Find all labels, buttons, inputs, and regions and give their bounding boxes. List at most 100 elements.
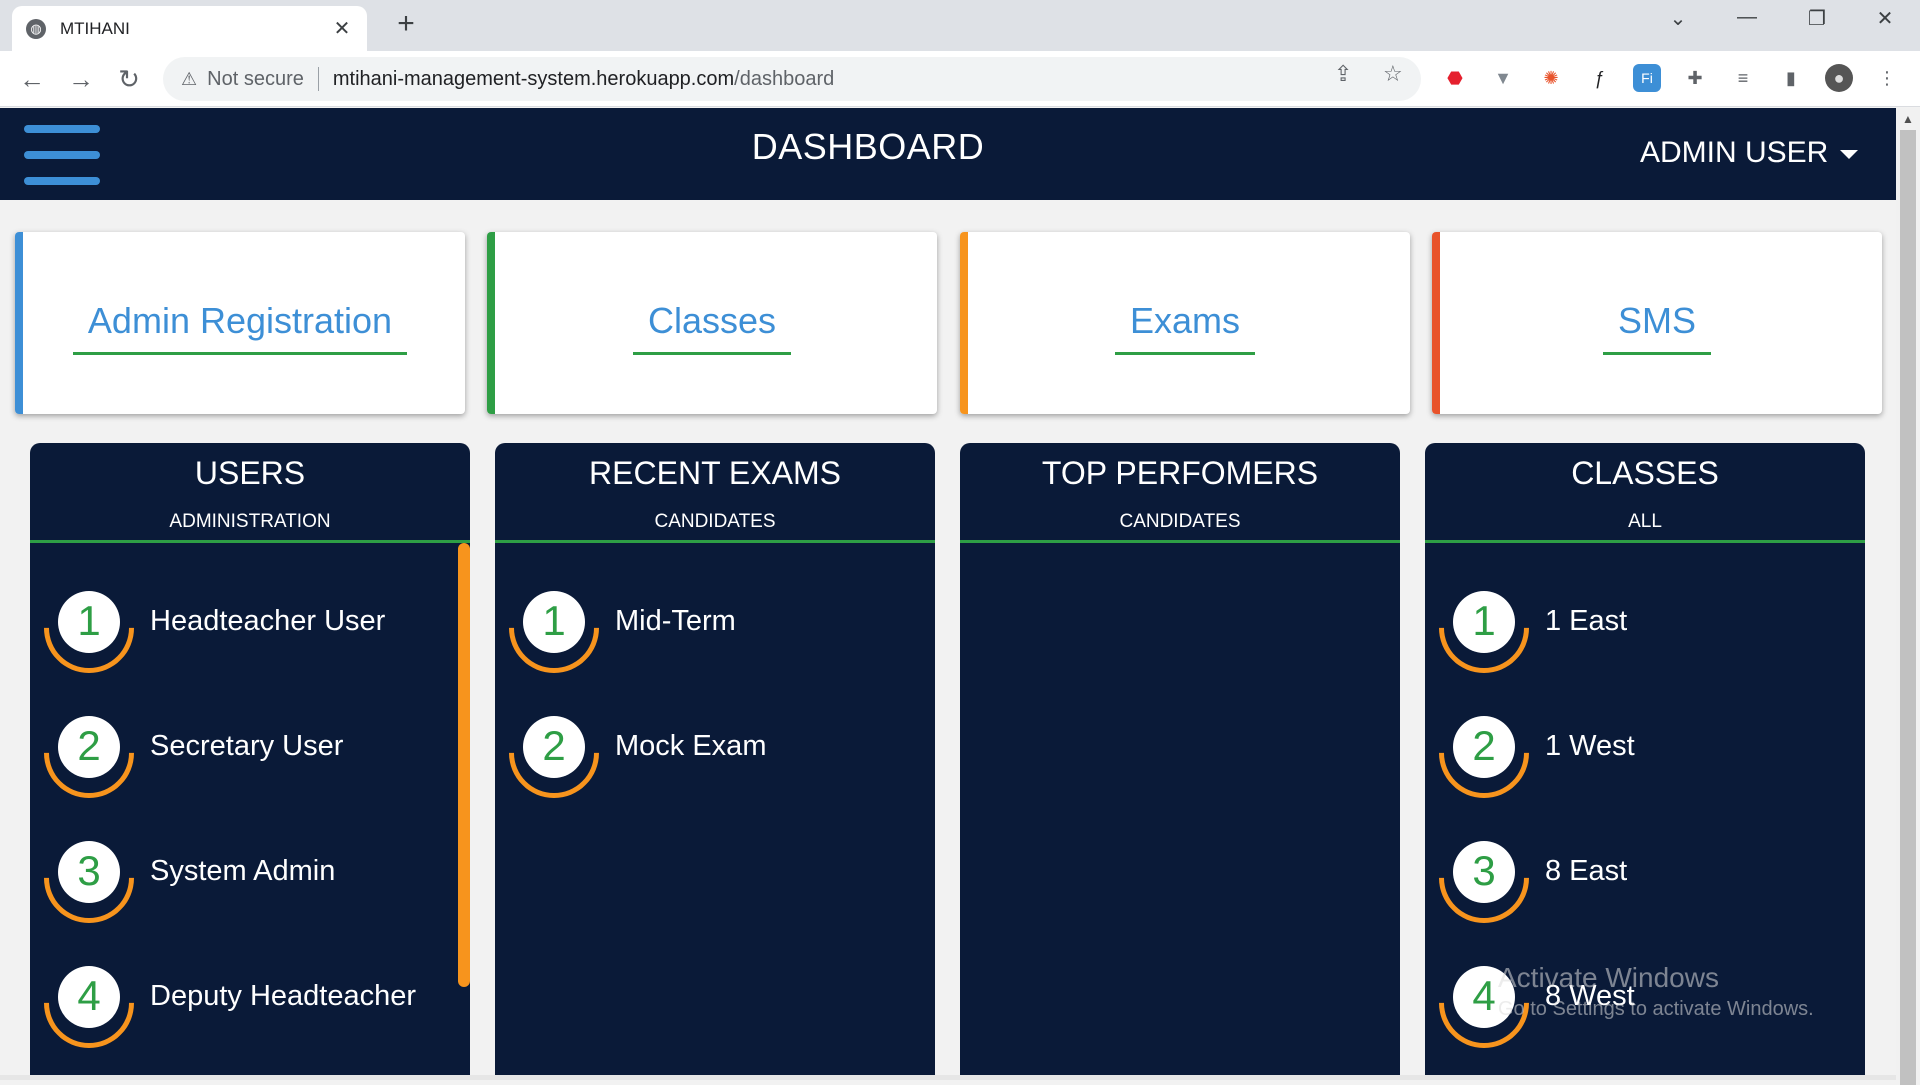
globe-icon: ◍ xyxy=(26,18,46,39)
browser-tab[interactable]: ◍ MTIHANI ✕ xyxy=(12,6,367,51)
nav-card-sms[interactable]: SMS xyxy=(1432,232,1882,414)
reload-icon[interactable]: ↻ xyxy=(111,61,147,97)
reading-list-icon[interactable]: ≡ xyxy=(1729,64,1757,92)
item-name: Headteacher User xyxy=(150,605,386,637)
number-badge: 2 xyxy=(495,689,618,817)
page-scrollbar[interactable]: ▲ xyxy=(1896,108,1920,1085)
panel-scrollbar[interactable] xyxy=(458,543,470,987)
url-host: mtihani-management-system.herokuapp.com xyxy=(332,67,735,90)
item-name: Deputy Headteacher xyxy=(150,980,416,1012)
watermark-line-1: Activate Windows xyxy=(1498,962,1719,993)
page-title: DASHBOARD xyxy=(751,126,985,167)
item-name: System Admin xyxy=(150,855,336,887)
users-list: 1 Headteacher User 2 Secretary User 3 Sy… xyxy=(30,564,470,1075)
tab-close-icon[interactable]: ✕ xyxy=(331,16,353,41)
item-name: Secretary User xyxy=(150,730,344,762)
number-badge: 2 xyxy=(30,689,153,817)
nav-card-exams[interactable]: Exams xyxy=(960,232,1410,414)
share-icon[interactable]: ⇪ xyxy=(1334,61,1352,87)
forward-icon[interactable]: → xyxy=(63,61,99,97)
minimize-icon[interactable]: — xyxy=(1727,6,1767,29)
number-badge: 3 xyxy=(1425,814,1548,942)
panel-divider xyxy=(495,540,935,543)
panel-subtitle: ADMINISTRATION xyxy=(169,511,331,532)
function-extension-icon[interactable]: ƒ xyxy=(1585,64,1613,92)
watermark-line-2: Go to Settings to activate Windows. xyxy=(1498,998,1814,1020)
window-close-icon[interactable]: ✕ xyxy=(1865,6,1905,31)
item-name: Mock Exam xyxy=(615,730,767,762)
hamburger-menu-icon[interactable] xyxy=(24,125,100,185)
activate-windows-watermark: Activate Windows Go to Settings to activ… xyxy=(1498,962,1814,1021)
card-accent xyxy=(960,232,968,414)
card-link[interactable]: Exams xyxy=(1114,292,1256,355)
scrollbar-thumb[interactable] xyxy=(1900,130,1916,1085)
number-badge: 1 xyxy=(495,564,618,692)
panel-divider xyxy=(1425,540,1865,543)
panel-subtitle: CANDIDATES xyxy=(654,511,776,532)
number-badge: 2 xyxy=(1425,689,1548,817)
fi-extension-icon[interactable]: Fi xyxy=(1633,64,1661,92)
number-badge: 1 xyxy=(1425,564,1548,692)
app-header: DASHBOARD ADMIN USER xyxy=(0,108,1896,200)
not-secure-label: Not secure xyxy=(207,67,304,90)
card-link[interactable]: Admin Registration xyxy=(72,292,408,355)
user-dropdown[interactable]: ADMIN USER xyxy=(1640,136,1859,170)
list-item[interactable]: 1 1 East xyxy=(1425,564,1865,708)
exams-list: 1 Mid-Term 2 Mock Exam xyxy=(495,564,935,833)
card-accent xyxy=(487,232,495,414)
list-item[interactable]: 2 Secretary User xyxy=(30,689,470,833)
card-accent xyxy=(1432,232,1440,414)
list-item[interactable]: 1 Mid-Term xyxy=(495,564,935,708)
extensions-puzzle-icon[interactable]: ✚ xyxy=(1681,64,1709,92)
top-performers-panel: TOP PERFOMERS CANDIDATES xyxy=(960,443,1400,1075)
warning-icon: ⚠ xyxy=(181,68,198,89)
panel-divider xyxy=(30,540,470,543)
nav-card-admin-registration[interactable]: Admin Registration xyxy=(15,232,465,414)
item-name: Mid-Term xyxy=(615,605,736,637)
color-picker-extension-icon[interactable]: ✺ xyxy=(1537,64,1565,92)
omnibox-divider xyxy=(317,67,319,91)
new-tab-button[interactable]: + xyxy=(390,8,422,40)
tab-title: MTIHANI xyxy=(60,18,130,38)
profile-avatar[interactable]: ● xyxy=(1825,64,1853,92)
url-path: /dashboard xyxy=(734,67,835,90)
side-panel-icon[interactable]: ▮ xyxy=(1777,64,1805,92)
nav-card-classes[interactable]: Classes xyxy=(487,232,937,414)
bookmark-star-icon[interactable]: ☆ xyxy=(1383,61,1403,87)
panel-subtitle: CANDIDATES xyxy=(1119,511,1241,532)
browser-tab-bar: ◍ MTIHANI ✕ + ⌄ — ❐ ✕ xyxy=(0,0,1920,51)
browser-toolbar: ← → ↻ ⚠ Not secure mtihani-management-sy… xyxy=(0,51,1920,107)
number-badge: 1 xyxy=(30,564,153,692)
panel-divider xyxy=(960,540,1400,543)
list-item[interactable]: 1 Headteacher User xyxy=(30,564,470,708)
item-name: 1 West xyxy=(1545,730,1635,762)
item-name: 1 East xyxy=(1545,605,1628,637)
list-item[interactable]: 2 1 West xyxy=(1425,689,1865,833)
panel-title: TOP PERFOMERS xyxy=(1041,455,1319,491)
browser-menu-icon[interactable]: ⋮ xyxy=(1873,64,1901,92)
number-badge: 3 xyxy=(30,814,153,942)
card-link[interactable]: SMS xyxy=(1602,292,1711,355)
card-link[interactable]: Classes xyxy=(632,292,792,355)
list-item[interactable]: 4 Deputy Headteacher xyxy=(30,939,470,1075)
number-badge: 4 xyxy=(30,939,153,1067)
user-name: ADMIN USER xyxy=(1640,136,1829,169)
address-bar[interactable]: ⚠ Not secure mtihani-management-system.h… xyxy=(163,57,1421,101)
panel-subtitle: ALL xyxy=(1628,511,1662,532)
recent-exams-panel: RECENT EXAMS CANDIDATES 1 Mid-Term 2 Moc… xyxy=(495,443,935,1075)
adblock-extension-icon[interactable]: ⬣ xyxy=(1441,64,1469,92)
caret-down-icon xyxy=(1840,149,1859,159)
list-item[interactable]: 3 System Admin xyxy=(30,814,470,958)
scroll-up-arrow-icon[interactable]: ▲ xyxy=(1896,112,1920,126)
list-item[interactable]: 3 8 East xyxy=(1425,814,1865,958)
vue-extension-icon[interactable]: ▼ xyxy=(1489,64,1517,92)
tab-search-icon[interactable]: ⌄ xyxy=(1658,6,1698,31)
list-item[interactable]: 2 Mock Exam xyxy=(495,689,935,833)
panel-title: USERS xyxy=(194,455,306,491)
item-name: 8 East xyxy=(1545,855,1628,887)
panel-title: RECENT EXAMS xyxy=(589,455,841,491)
panel-title: CLASSES xyxy=(1571,455,1719,491)
back-icon[interactable]: ← xyxy=(14,61,50,97)
card-accent xyxy=(15,232,23,414)
restore-icon[interactable]: ❐ xyxy=(1797,6,1837,31)
